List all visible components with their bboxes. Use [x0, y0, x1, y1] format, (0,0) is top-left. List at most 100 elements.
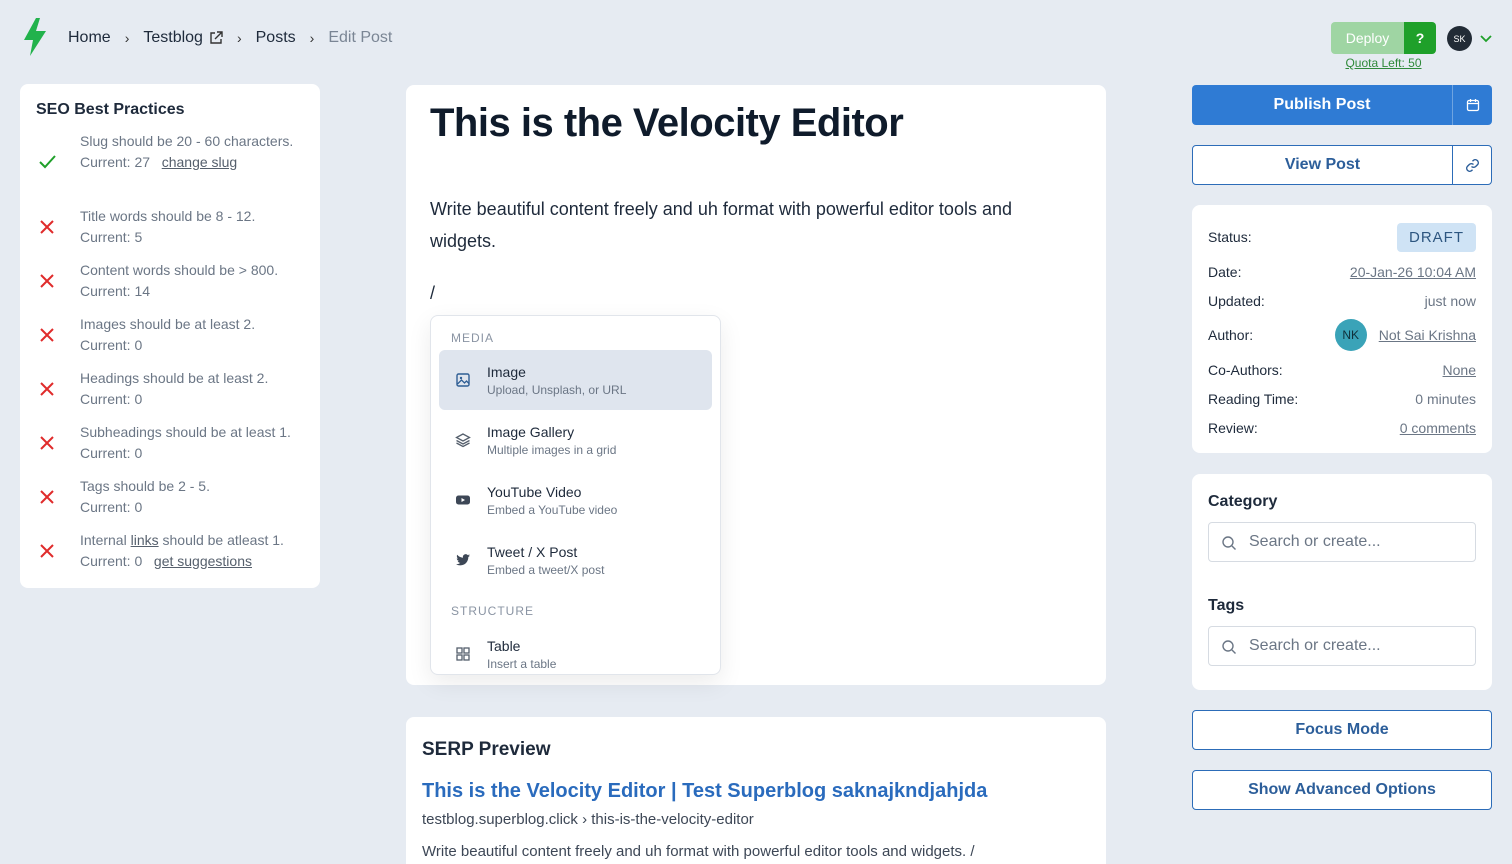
seo-item-text: Images should be at least 2.	[80, 316, 256, 332]
seo-item: Slug should be 20 - 60 characters. Curren…	[36, 131, 316, 195]
advanced-options-button[interactable]: Show Advanced Options	[1192, 770, 1492, 810]
post-meta-panel: Status: DRAFT Date: 20-Jan-26 10:04 AM U…	[1192, 205, 1492, 453]
reading-time-label: Reading Time:	[1208, 391, 1299, 407]
author-link[interactable]: Not Sai Krishna	[1379, 327, 1476, 343]
close-icon	[40, 490, 54, 504]
coauthors-link[interactable]: None	[1443, 362, 1476, 378]
view-button-group: View Post	[1192, 145, 1492, 185]
serp-title: This is the Velocity Editor | Test Super…	[422, 780, 988, 802]
chevron-right-icon: ›	[124, 30, 130, 46]
serp-url: testblog.superblog.click › this-is-the-v…	[422, 811, 754, 828]
slash-command-line[interactable]: /	[430, 283, 435, 304]
breadcrumb-home[interactable]: Home	[68, 29, 111, 47]
reading-time-value: 0 minutes	[1415, 391, 1476, 407]
seo-panel: SEO Best Practices Slug should be 20 - 6…	[20, 84, 320, 588]
seo-item: Internal links should be atleast 1. Curre…	[36, 530, 316, 572]
breadcrumb-posts[interactable]: Posts	[256, 29, 296, 47]
link-icon	[1465, 158, 1479, 172]
section-label-media: MEDIA	[451, 331, 495, 345]
logo-icon[interactable]	[22, 18, 48, 56]
deploy-group: Deploy ?	[1331, 22, 1436, 54]
seo-item-text: Headings should be at least 2.	[80, 370, 269, 386]
post-title[interactable]: This is the Velocity Editor	[430, 101, 904, 146]
menu-item-title: Image	[487, 364, 526, 380]
focus-mode-button[interactable]: Focus Mode	[1192, 710, 1492, 750]
menu-item-youtube[interactable]: YouTube Video Embed a YouTube video	[439, 470, 712, 530]
menu-item-image[interactable]: Image Upload, Unsplash, or URL	[439, 350, 712, 410]
user-avatar[interactable]: SK	[1447, 26, 1472, 51]
seo-item-current: Current: 0	[80, 499, 143, 515]
seo-title: SEO Best Practices	[36, 101, 185, 118]
menu-item-tweet[interactable]: Tweet / X Post Embed a tweet/X post	[439, 530, 712, 590]
seo-item-current: Current: 5	[80, 229, 143, 245]
menu-item-title: Image Gallery	[487, 424, 575, 440]
close-icon	[40, 274, 54, 288]
menu-item-desc: Embed a tweet/X post	[487, 563, 605, 577]
seo-item-text: Internal	[80, 532, 131, 548]
coauthors-label: Co-Authors:	[1208, 362, 1283, 378]
seo-item-current: Current: 14	[80, 283, 151, 299]
breadcrumb-current: Edit Post	[328, 29, 393, 46]
seo-item-current: Current: 0	[80, 337, 143, 353]
seo-item-current: Current: 0	[80, 553, 143, 569]
post-body[interactable]: Write beautiful content freely and uh fo…	[430, 193, 1080, 257]
seo-item-current: Current: 0	[80, 391, 143, 407]
schedule-button[interactable]	[1452, 85, 1492, 125]
author-label: Author:	[1208, 327, 1254, 343]
breadcrumb-blog[interactable]: Testblog	[143, 29, 203, 47]
search-icon	[1222, 536, 1236, 550]
close-icon	[40, 328, 54, 342]
review-link[interactable]: 0 comments	[1400, 420, 1476, 436]
layers-icon	[455, 433, 471, 448]
seo-item-text: Title words should be 8 - 12.	[80, 208, 256, 224]
change-slug-link[interactable]: change slug	[162, 154, 238, 170]
seo-item-text: Content words should be > 800.	[80, 262, 279, 278]
check-icon	[39, 155, 56, 169]
menu-item-desc: Upload, Unsplash, or URL	[487, 383, 627, 397]
seo-item: Subheadings should be at least 1. Current…	[36, 422, 316, 464]
serp-heading: SERP Preview	[422, 739, 551, 760]
tags-search-input[interactable]	[1249, 635, 1469, 657]
menu-item-title: YouTube Video	[487, 484, 582, 500]
publish-button[interactable]: Publish Post	[1192, 85, 1452, 125]
image-icon	[456, 373, 470, 387]
category-search-input[interactable]	[1249, 531, 1469, 553]
status-badge: DRAFT	[1397, 222, 1476, 252]
help-button[interactable]: ?	[1404, 22, 1436, 54]
search-icon	[1222, 640, 1236, 654]
updated-label: Updated:	[1208, 293, 1265, 309]
copy-link-button[interactable]	[1452, 146, 1491, 184]
seo-item: Headings should be at least 2. Current: 0	[36, 368, 316, 410]
close-icon	[40, 544, 54, 558]
chevron-down-icon[interactable]	[1479, 31, 1493, 45]
taxonomy-panel: Category Tags	[1192, 474, 1492, 690]
date-label: Date:	[1208, 264, 1242, 280]
internal-links-link[interactable]: links	[131, 532, 159, 548]
seo-item-text: should be atleast 1.	[158, 532, 284, 548]
youtube-icon	[456, 495, 470, 505]
serp-preview-panel: SERP Preview This is the Velocity Editor…	[406, 717, 1106, 864]
seo-item: Tags should be 2 - 5. Current: 0	[36, 476, 316, 518]
view-post-button[interactable]: View Post	[1193, 146, 1452, 184]
seo-item-current: Current: 0	[80, 445, 143, 461]
close-icon	[40, 382, 54, 396]
seo-item-text: Tags should be 2 - 5.	[80, 478, 210, 494]
slash-command-menu: MEDIA Image Upload, Unsplash, or URL Ima…	[430, 315, 721, 675]
publish-button-group: Publish Post	[1192, 85, 1492, 125]
close-icon	[40, 220, 54, 234]
menu-item-desc: Multiple images in a grid	[487, 443, 617, 457]
breadcrumb: Home › Testblog › Posts › Edit Post	[68, 28, 392, 48]
seo-item: Images should be at least 2. Current: 0	[36, 314, 316, 356]
menu-item-table[interactable]: Table Insert a table	[439, 624, 712, 674]
external-link-icon[interactable]	[209, 31, 223, 45]
date-link[interactable]: 20-Jan-26 10:04 AM	[1350, 264, 1476, 280]
quota-link[interactable]: Quota Left: 50	[1331, 56, 1436, 70]
menu-item-image-gallery[interactable]: Image Gallery Multiple images in a grid	[439, 410, 712, 470]
table-icon	[456, 647, 470, 661]
calendar-icon	[1466, 99, 1479, 112]
deploy-button[interactable]: Deploy	[1331, 22, 1404, 54]
status-label: Status:	[1208, 229, 1252, 245]
serp-description: Write beautiful content freely and uh fo…	[422, 843, 975, 860]
close-icon	[40, 436, 54, 450]
get-suggestions-link[interactable]: get suggestions	[154, 553, 252, 569]
